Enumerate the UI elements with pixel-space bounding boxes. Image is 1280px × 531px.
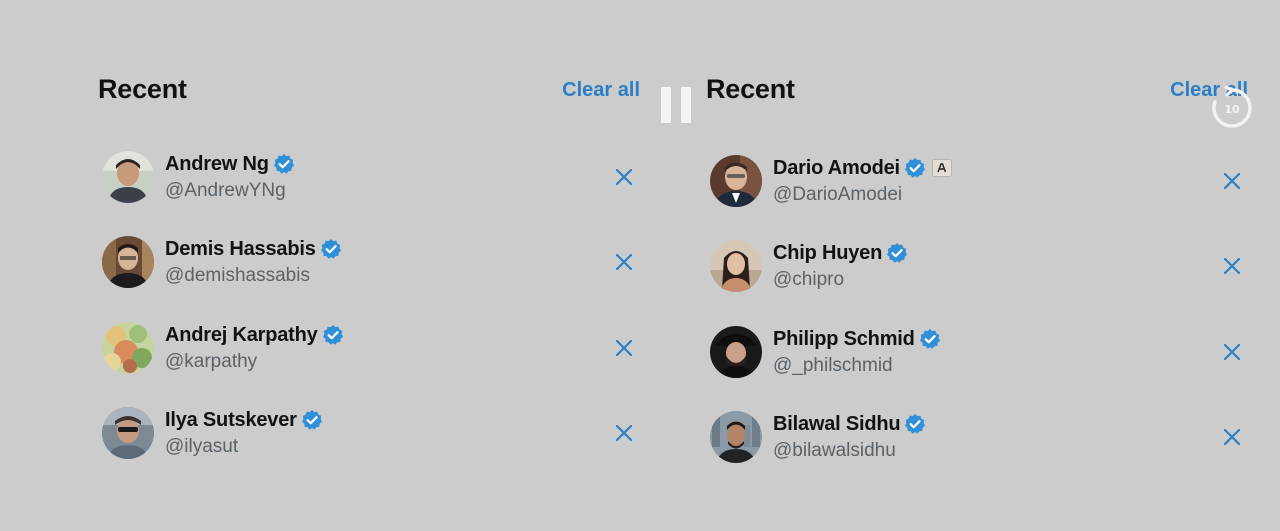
user-name: Ilya Sutskever xyxy=(165,408,297,431)
close-icon xyxy=(615,168,633,186)
avatar xyxy=(102,407,154,459)
remove-recent-button[interactable] xyxy=(1222,427,1242,447)
recent-user-row[interactable]: Andrew Ng @AndrewYNg xyxy=(98,151,644,211)
remove-recent-button[interactable] xyxy=(1222,342,1242,362)
remove-recent-button[interactable] xyxy=(1222,171,1242,191)
close-icon xyxy=(1223,257,1241,275)
avatar xyxy=(710,155,762,207)
recent-searches-panel-right: Recent Clear all Dario Amodei @DarioAmod… xyxy=(706,0,1252,531)
avatar xyxy=(710,411,762,463)
clear-all-button[interactable]: Clear all xyxy=(562,79,640,102)
user-name: Dario Amodei xyxy=(773,156,900,179)
remove-recent-button[interactable] xyxy=(614,252,634,272)
close-icon xyxy=(615,253,633,271)
user-handle: @chipro xyxy=(773,269,845,290)
user-name: Demis Hassabis xyxy=(165,237,316,260)
user-handle: @ilyasut xyxy=(165,436,239,457)
verified-badge-icon xyxy=(320,238,342,260)
video-frame: Recent Clear all Andrew Ng @AndrewYNg De… xyxy=(0,0,1280,531)
user-name: Chip Huyen xyxy=(773,241,883,264)
remove-recent-button[interactable] xyxy=(1222,256,1242,276)
close-icon xyxy=(615,424,633,442)
close-icon xyxy=(1223,428,1241,446)
remove-recent-button[interactable] xyxy=(614,423,634,443)
replay-seconds-label: 10 xyxy=(1224,103,1240,116)
user-name: Bilawal Sidhu xyxy=(773,412,901,435)
remove-recent-button[interactable] xyxy=(614,167,634,187)
user-handle: @AndrewYNg xyxy=(165,180,286,201)
user-name: Philipp Schmid xyxy=(773,327,915,350)
avatar xyxy=(710,240,762,292)
recent-user-row[interactable]: Andrej Karpathy @karpathy xyxy=(98,322,644,382)
recent-user-row[interactable]: Ilya Sutskever @ilyasut xyxy=(98,407,644,467)
panel-header: Recent Clear all xyxy=(98,74,644,108)
close-icon xyxy=(1223,172,1241,190)
recent-searches-panel-left: Recent Clear all Andrew Ng @AndrewYNg De… xyxy=(98,0,644,531)
pause-icon[interactable] xyxy=(661,87,691,123)
user-handle: @bilawalsidhu xyxy=(773,440,896,461)
verified-badge-icon xyxy=(322,324,344,346)
avatar xyxy=(102,236,154,288)
user-name: Andrew Ng xyxy=(165,152,269,175)
verified-badge-icon xyxy=(904,413,926,435)
verified-badge-icon xyxy=(904,157,926,179)
recent-user-row[interactable]: Dario Amodei @DarioAmodei xyxy=(706,155,1252,215)
panel-title: Recent xyxy=(706,74,795,104)
panel-title: Recent xyxy=(98,74,187,104)
user-handle: @DarioAmodei xyxy=(773,184,903,205)
affiliation-badge-icon xyxy=(931,159,952,177)
verified-badge-icon xyxy=(886,242,908,264)
user-handle: @karpathy xyxy=(165,351,258,372)
avatar xyxy=(102,151,154,203)
verified-badge-icon xyxy=(919,328,941,350)
close-icon xyxy=(615,339,633,357)
recent-user-row[interactable]: Demis Hassabis @demishassabis xyxy=(98,236,644,296)
remove-recent-button[interactable] xyxy=(614,338,634,358)
recent-user-row[interactable]: Bilawal Sidhu @bilawalsidhu xyxy=(706,411,1252,471)
avatar xyxy=(102,322,154,374)
verified-badge-icon xyxy=(301,409,323,431)
user-name: Andrej Karpathy xyxy=(165,323,318,346)
replay-10-icon[interactable]: 10 xyxy=(1210,85,1254,130)
user-handle: @_philschmid xyxy=(773,355,893,376)
recent-user-row[interactable]: Philipp Schmid @_philschmid xyxy=(706,326,1252,386)
avatar xyxy=(710,326,762,378)
user-handle: @demishassabis xyxy=(165,265,310,286)
recent-user-row[interactable]: Chip Huyen @chipro xyxy=(706,240,1252,300)
close-icon xyxy=(1223,343,1241,361)
panel-header: Recent Clear all xyxy=(706,74,1252,108)
verified-badge-icon xyxy=(273,153,295,175)
